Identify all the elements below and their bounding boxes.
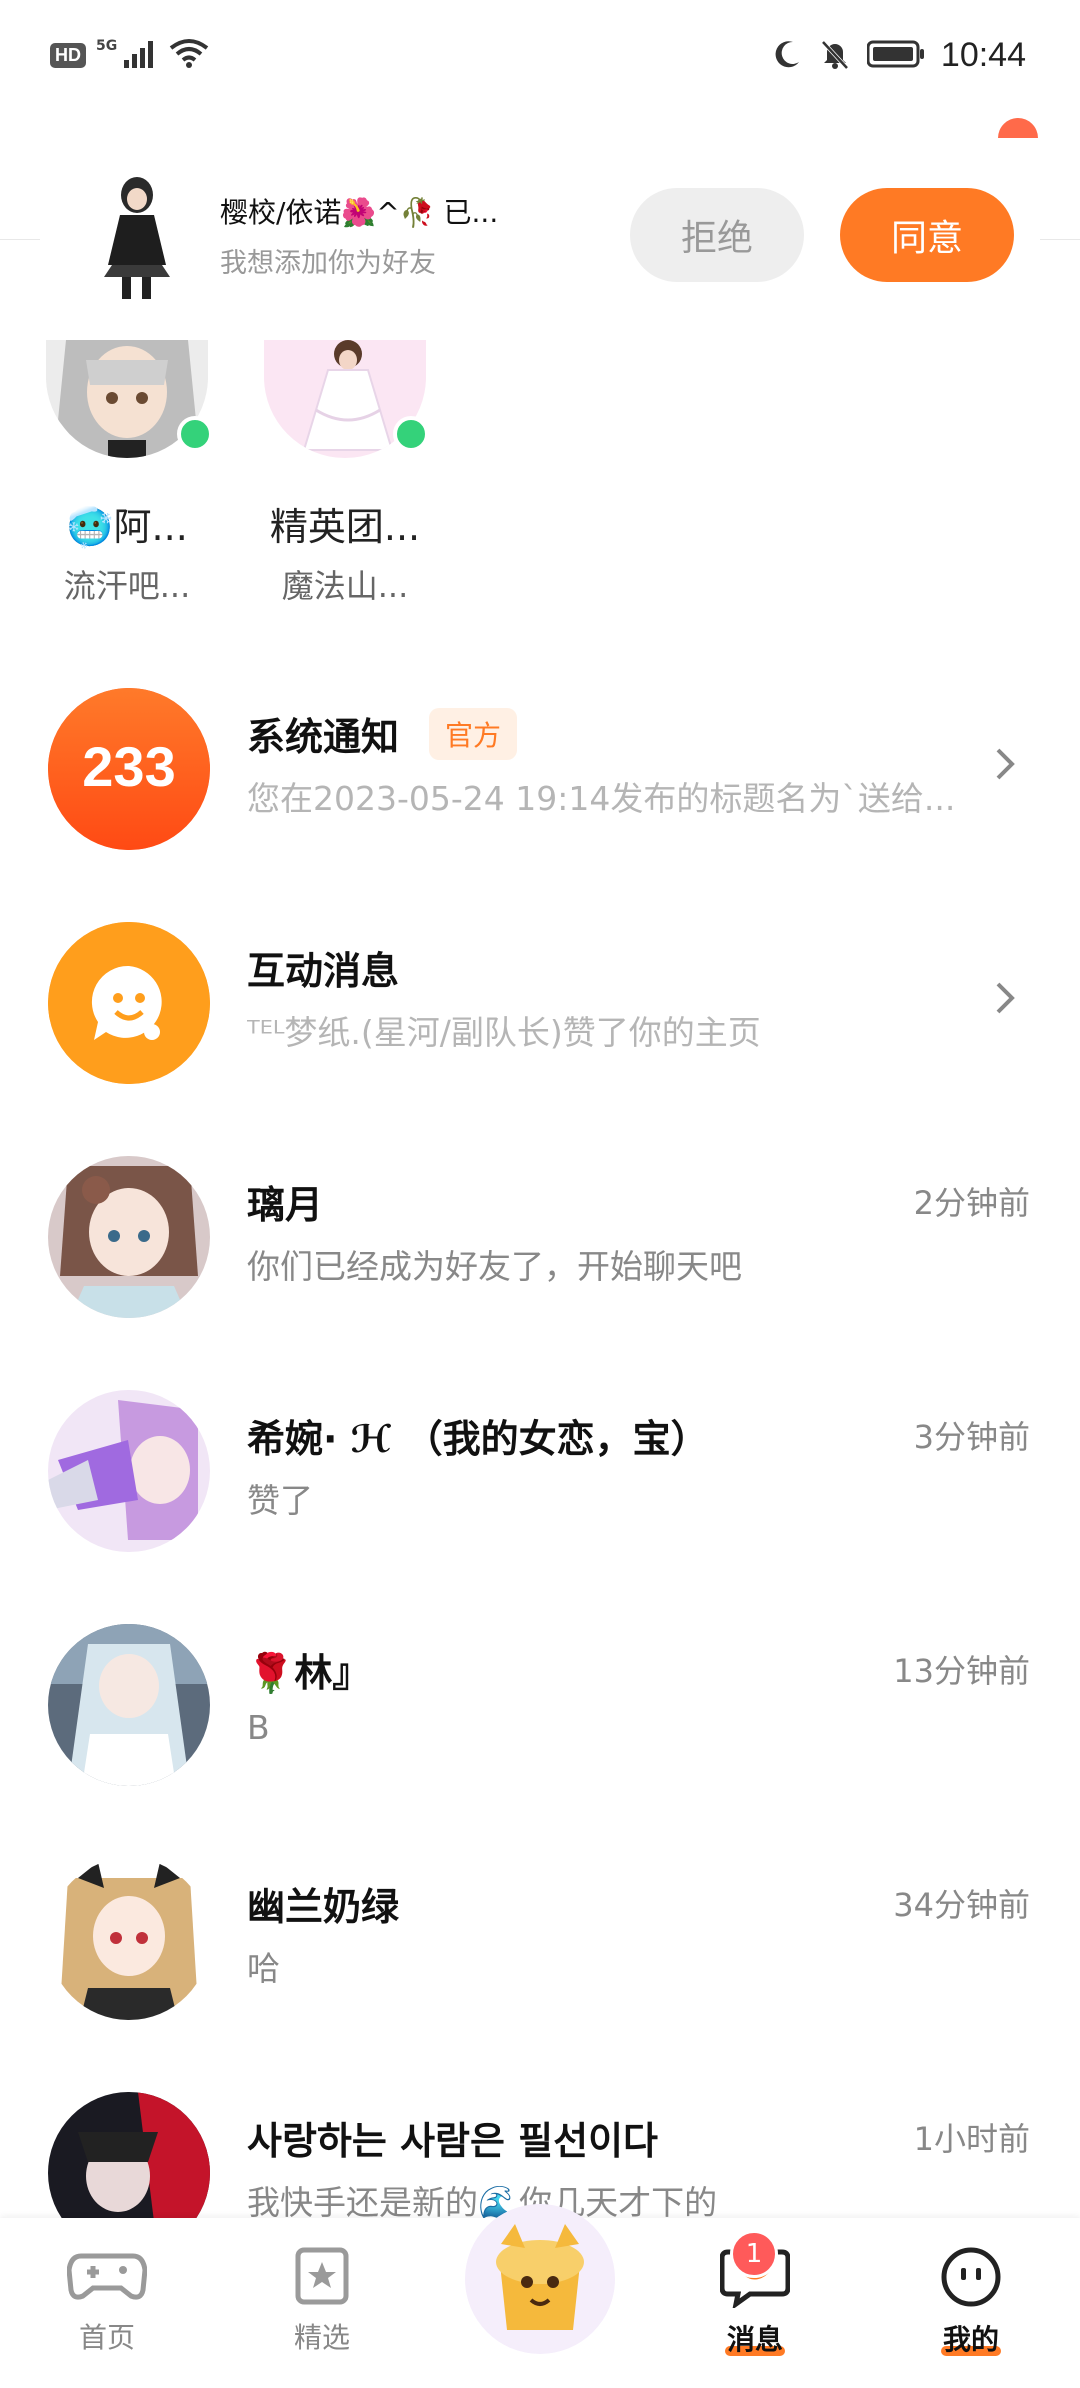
face-icon xyxy=(939,2247,1003,2312)
conversation-preview: ᵀᴱᴸ梦纸.(星河/副队长)赞了你的主页 xyxy=(247,1013,761,1052)
conversation-preview: 您在2023-05-24 19:14发布的标题名为`送给... xyxy=(247,779,956,818)
avatar xyxy=(48,1390,210,1552)
friend-name: 精英团... xyxy=(269,505,421,549)
conversation-title: 🌹林』 xyxy=(247,1651,371,1695)
conversation-time: 2分钟前 xyxy=(913,1184,1030,1222)
gamepad-icon xyxy=(66,2253,148,2310)
conversation-title: 사랑하는 사람은 필선이다 xyxy=(247,2119,659,2163)
avatar xyxy=(48,1858,210,2020)
friend-status: 流汗吧... xyxy=(63,567,191,605)
messages-screen: HD 5G 10:44 樱校/依诺🌺^🥀 已... 我想添加你为好友 拒绝 同意… xyxy=(0,0,1080,2388)
chevron-right-icon xyxy=(984,744,1024,784)
hd-indicator: HD xyxy=(50,42,86,68)
notification-dot xyxy=(998,118,1038,138)
bottom-navigation: 首页 精选 1 消息 我的 xyxy=(0,2204,1080,2388)
requester-avatar[interactable] xyxy=(82,165,192,305)
chevron-right-icon xyxy=(984,978,1024,1018)
nav-featured[interactable]: 精选 xyxy=(257,2246,387,2356)
conversation-item[interactable]: 幽兰奶绿 哈 34分钟前 xyxy=(0,1858,1080,2092)
conversation-title: 幽兰奶绿 xyxy=(247,1885,400,1929)
conversation-time: 3分钟前 xyxy=(913,1418,1030,1456)
conversation-title: 希婉· ℋ （我的女恋，宝） xyxy=(247,1417,709,1461)
conversation-system-notice[interactable]: 233 系统通知 官方 您在2023-05-24 19:14发布的标题名为`送给… xyxy=(0,688,1080,922)
avatar xyxy=(48,1156,210,1318)
network-type: 5G xyxy=(96,38,118,54)
unread-badge: 1 xyxy=(730,2230,778,2278)
online-indicator xyxy=(177,416,213,452)
nav-mine[interactable]: 我的 xyxy=(906,2246,1036,2356)
nav-messages-label: 消息 xyxy=(726,2323,783,2356)
online-friends-row: 🥶阿... 流汗吧... 精英团... 魔法山... xyxy=(0,340,1080,620)
bell-muted-icon xyxy=(819,38,851,74)
conversation-preview: B xyxy=(247,1708,270,1747)
requester-name: 樱校/依诺🌺^🥀 已... xyxy=(220,195,499,229)
nav-messages[interactable]: 1 消息 xyxy=(690,2230,820,2356)
avatar xyxy=(48,1624,210,1786)
accept-button[interactable]: 同意 xyxy=(840,188,1014,282)
friend-status: 魔法山... xyxy=(281,567,409,605)
conversation-preview: 你们已经成为好友了，开始聊天吧 xyxy=(247,1247,742,1286)
clock: 10:44 xyxy=(940,36,1026,74)
nav-mine-label: 我的 xyxy=(942,2323,999,2356)
conversation-preview: 哈 xyxy=(247,1949,280,1988)
conversation-item[interactable]: 希婉· ℋ （我的女恋，宝） 赞了 3分钟前 xyxy=(0,1390,1080,1624)
center-mascot-button[interactable] xyxy=(465,2204,615,2354)
conversation-title: 互动消息 xyxy=(247,949,400,993)
request-message: 我想添加你为好友 xyxy=(220,247,436,279)
star-icon xyxy=(292,2247,352,2310)
conversation-preview: 赞了 xyxy=(247,1481,313,1520)
reject-button[interactable]: 拒绝 xyxy=(630,188,804,282)
friend-name: 🥶阿... xyxy=(66,505,188,549)
battery-icon xyxy=(866,39,925,73)
wifi-icon xyxy=(169,38,209,72)
online-indicator xyxy=(393,416,429,452)
conversation-time: 1小时前 xyxy=(913,2120,1030,2158)
interaction-logo xyxy=(48,922,210,1084)
online-friend[interactable]: 🥶阿... 流汗吧... xyxy=(27,340,227,607)
friend-request-card: 樱校/依诺🌺^🥀 已... 我想添加你为好友 拒绝 同意 xyxy=(40,160,1040,310)
system-logo-text: 233 xyxy=(82,735,175,798)
conversation-preview: 我快手还是新的🌊你几天才下的 xyxy=(247,2183,718,2222)
signal-icon xyxy=(123,38,159,72)
nav-home-label: 首页 xyxy=(78,2321,135,2354)
system-notice-logo: 233 xyxy=(48,688,210,850)
conversation-item[interactable]: 璃月 你们已经成为好友了，开始聊天吧 2分钟前 xyxy=(0,1156,1080,1390)
conversation-interactions[interactable]: 互动消息 ᵀᴱᴸ梦纸.(星河/副队长)赞了你的主页 xyxy=(0,922,1080,1156)
conversation-title: 系统通知 xyxy=(247,715,400,759)
conversation-item[interactable]: 🌹林』 B 13分钟前 xyxy=(0,1624,1080,1858)
status-bar: HD 5G 10:44 xyxy=(0,0,1080,110)
online-friend[interactable]: 精英团... 魔法山... xyxy=(245,340,445,607)
conversation-title: 璃月 xyxy=(247,1183,324,1227)
conversation-time: 13分钟前 xyxy=(893,1652,1030,1690)
official-badge: 官方 xyxy=(429,707,518,760)
nav-home[interactable]: 首页 xyxy=(42,2246,172,2356)
nav-featured-label: 精选 xyxy=(293,2321,350,2354)
conversation-time: 34分钟前 xyxy=(893,1886,1030,1924)
chat-bubble-icon: 1 xyxy=(719,2230,791,2312)
moon-icon xyxy=(771,38,803,74)
